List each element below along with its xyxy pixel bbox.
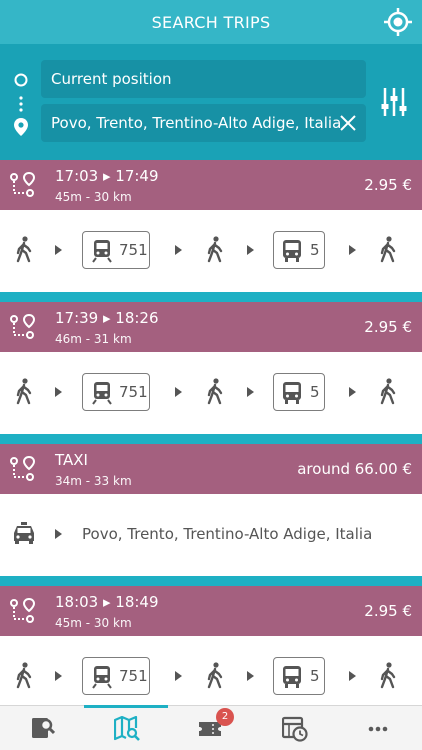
taxi-icon	[14, 522, 34, 544]
walk-icon	[380, 662, 396, 689]
destination-field[interactable]: Povo, Trento, Trentino-Alto Adige, Itali…	[41, 104, 366, 142]
train-line-number: 751	[119, 667, 148, 685]
trip-list: 17:03 ▸ 17:49 45m - 30 km 2.95 € 751 5 1…	[0, 160, 422, 705]
trip-price: 2.95 €	[364, 318, 412, 336]
chevron-right-icon	[175, 387, 182, 397]
route-points-icon	[10, 598, 35, 623]
train-line-number: 751	[119, 241, 148, 259]
page-title: SEARCH TRIPS	[151, 13, 271, 32]
bus-step: 5	[273, 231, 325, 269]
trip-card[interactable]: TAXI 34m - 33 km around 66.00 € Povo, Tr…	[0, 444, 422, 576]
destination-value: Povo, Trento, Trentino-Alto Adige, Itali…	[51, 114, 342, 132]
route-points-icon	[10, 172, 35, 197]
tab-more[interactable]	[336, 706, 420, 750]
top-bar: SEARCH TRIPS	[0, 0, 422, 44]
route-rail-icon	[14, 73, 28, 136]
trip-header: 17:03 ▸ 17:49 45m - 30 km 2.95 €	[0, 160, 422, 210]
trip-times: 17:03 ▸ 17:49	[55, 167, 159, 185]
walk-icon	[16, 662, 32, 689]
clear-icon[interactable]	[338, 113, 358, 133]
search-journey-icon	[32, 718, 55, 738]
timetable-icon	[282, 716, 308, 742]
bottom-tab-bar: 2	[0, 705, 422, 750]
trip-price: 2.95 €	[364, 602, 412, 620]
tickets-badge: 2	[216, 708, 234, 726]
tab-map-search[interactable]	[84, 705, 168, 750]
trip-steps: 751 5	[0, 352, 422, 434]
chevron-right-icon	[349, 671, 356, 681]
trip-price: 2.95 €	[364, 176, 412, 194]
chevron-right-icon	[55, 245, 62, 255]
chevron-right-icon	[247, 387, 254, 397]
trip-card[interactable]: 17:39 ▸ 18:26 46m - 31 km 2.95 € 751 5	[0, 302, 422, 434]
trip-duration-distance: 45m - 30 km	[55, 190, 132, 204]
walk-icon	[16, 378, 32, 405]
trip-duration-distance: 45m - 30 km	[55, 616, 132, 630]
trip-duration-distance: 46m - 31 km	[55, 332, 132, 346]
trip-times: 17:39 ▸ 18:26	[55, 309, 159, 327]
bus-line-number: 5	[310, 667, 320, 685]
origin-value: Current position	[51, 70, 172, 88]
route-points-icon	[10, 314, 35, 339]
bus-step: 5	[273, 373, 325, 411]
bus-step: 5	[273, 657, 325, 695]
filters-icon[interactable]	[380, 86, 408, 118]
trip-header: 17:39 ▸ 18:26 46m - 31 km 2.95 €	[0, 302, 422, 352]
train-step: 751	[82, 657, 150, 695]
bus-icon	[283, 382, 301, 404]
walk-icon	[207, 662, 223, 689]
train-icon	[92, 240, 112, 263]
trip-steps: 751 5	[0, 210, 422, 292]
train-line-number: 751	[119, 383, 148, 401]
tab-tickets[interactable]	[168, 706, 252, 750]
chevron-right-icon	[175, 671, 182, 681]
trip-times: TAXI	[55, 451, 88, 469]
more-icon	[368, 726, 388, 732]
train-icon	[92, 382, 112, 405]
chevron-right-icon	[175, 245, 182, 255]
bus-line-number: 5	[310, 383, 320, 401]
walk-icon	[207, 378, 223, 405]
route-points-icon	[10, 456, 35, 481]
gps-locate-icon[interactable]	[384, 8, 412, 36]
origin-field[interactable]: Current position	[41, 60, 366, 98]
train-step: 751	[82, 373, 150, 411]
chevron-right-icon	[349, 245, 356, 255]
trip-price: around 66.00 €	[297, 460, 412, 478]
trip-card[interactable]: 17:03 ▸ 17:49 45m - 30 km 2.95 € 751 5	[0, 160, 422, 292]
train-icon	[92, 666, 112, 689]
trip-header: TAXI 34m - 33 km around 66.00 €	[0, 444, 422, 494]
chevron-right-icon	[247, 245, 254, 255]
trip-header: 18:03 ▸ 18:49 45m - 30 km 2.95 €	[0, 586, 422, 636]
trip-steps: Povo, Trento, Trentino-Alto Adige, Itali…	[0, 494, 422, 576]
trip-duration-distance: 34m - 33 km	[55, 474, 132, 488]
search-panel: Current position Povo, Trento, Trentino-…	[0, 44, 422, 160]
bus-line-number: 5	[310, 241, 320, 259]
chevron-right-icon	[55, 529, 62, 539]
trip-steps: 751 5	[0, 636, 422, 705]
trip-card[interactable]: 18:03 ▸ 18:49 45m - 30 km 2.95 € 751 5	[0, 586, 422, 705]
walk-icon	[16, 236, 32, 263]
bus-icon	[283, 666, 301, 688]
chevron-right-icon	[55, 671, 62, 681]
walk-icon	[380, 378, 396, 405]
tab-timetable[interactable]	[252, 706, 336, 750]
bus-icon	[283, 240, 301, 262]
trip-times: 18:03 ▸ 18:49	[55, 593, 159, 611]
chevron-right-icon	[349, 387, 356, 397]
chevron-right-icon	[55, 387, 62, 397]
train-step: 751	[82, 231, 150, 269]
taxi-destination: Povo, Trento, Trentino-Alto Adige, Itali…	[82, 525, 373, 543]
chevron-right-icon	[247, 671, 254, 681]
tab-journey-search[interactable]	[0, 706, 84, 750]
map-search-icon	[114, 716, 140, 741]
walk-icon	[207, 236, 223, 263]
walk-icon	[380, 236, 396, 263]
